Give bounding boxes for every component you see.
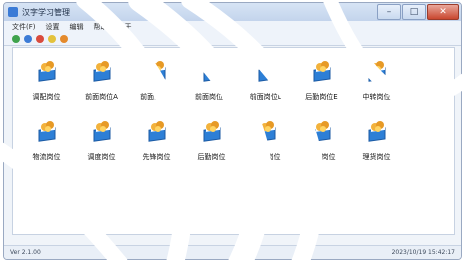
tile-label: 中转岗位	[362, 93, 391, 101]
book-icon	[253, 118, 281, 146]
minimize-button[interactable]: –	[377, 4, 401, 20]
toolbar-red-icon[interactable]	[36, 35, 44, 43]
tile-item[interactable]: 中转岗位	[349, 56, 404, 116]
window-title: 汉字学习管理	[22, 7, 70, 17]
tile-item[interactable]: 前面岗位A	[74, 56, 129, 116]
book-icon	[33, 58, 61, 86]
toolbar-green-icon[interactable]	[12, 35, 20, 43]
toolbar-blue-icon[interactable]	[24, 35, 32, 43]
tile-label: 后勤岗位E	[305, 93, 338, 101]
title-bar[interactable]: 汉字学习管理 – □ ✕	[4, 3, 461, 21]
maximize-button[interactable]: □	[402, 4, 426, 20]
icon-panel: 调配岗位 前面岗位A 前面岗位B 前面岗位C 前面岗位D 后勤岗位E 中转岗位物流岗位 调度岗…	[12, 47, 455, 235]
menu-item-edit[interactable]: 编辑	[70, 22, 84, 32]
tile-item[interactable]: 调度岗位	[74, 116, 129, 176]
book-icon	[33, 118, 61, 146]
app-window: 汉字学习管理 – □ ✕ 文件(F) 设置 编辑 帮助 关于 调配岗位 前面岗位A…	[3, 2, 462, 260]
tile-label: 前面岗位B	[140, 93, 173, 101]
status-left: Ver 2.1.00	[10, 249, 41, 256]
menu-item-settings[interactable]: 设置	[46, 22, 60, 32]
app-icon	[8, 7, 18, 17]
book-icon	[253, 58, 281, 86]
window-controls: – □ ✕	[377, 4, 459, 20]
tile-label: 调配岗位	[32, 93, 61, 101]
tile-item[interactable]: 理货岗位	[349, 116, 404, 176]
tile-item[interactable]: 前面岗位B	[129, 56, 184, 116]
tile-label: 物流岗位	[32, 153, 61, 161]
toolbar-yellow-icon[interactable]	[48, 35, 56, 43]
tile-item[interactable]: 先锋岗位	[129, 116, 184, 176]
tile-label: 特勤岗位	[252, 153, 281, 161]
tile-item[interactable]: 调配岗位	[19, 56, 74, 116]
tile-item[interactable]: 仓储岗位	[294, 116, 349, 176]
book-icon	[198, 58, 226, 86]
menu-item-about[interactable]: 关于	[118, 22, 132, 32]
status-bar: Ver 2.1.00 2023/10/19 15:42:17	[4, 245, 461, 259]
book-icon	[88, 58, 116, 86]
book-icon	[308, 118, 336, 146]
book-icon	[198, 118, 226, 146]
tile-label: 先锋岗位	[142, 153, 171, 161]
book-icon	[143, 118, 171, 146]
tile-label: 理货岗位	[362, 153, 391, 161]
tile-item[interactable]: 特勤岗位	[239, 116, 294, 176]
book-icon	[363, 118, 391, 146]
menu-bar: 文件(F) 设置 编辑 帮助 关于	[4, 21, 461, 33]
tile-label: 前面岗位D	[249, 93, 284, 101]
menu-item-help[interactable]: 帮助	[94, 22, 108, 32]
tile-item[interactable]: 后勤岗位	[184, 116, 239, 176]
tile-label: 仓储岗位	[307, 153, 336, 161]
tile-label: 后勤岗位	[197, 153, 226, 161]
tile-label: 调度岗位	[87, 153, 116, 161]
tile-item[interactable]: 前面岗位D	[239, 56, 294, 116]
book-icon	[308, 58, 336, 86]
toolbar	[4, 33, 461, 46]
menu-item-file[interactable]: 文件(F)	[12, 22, 36, 32]
tile-grid: 调配岗位 前面岗位A 前面岗位B 前面岗位C 前面岗位D 后勤岗位E 中转岗位物流岗位 调度岗…	[19, 56, 404, 176]
tile-label: 前面岗位A	[85, 93, 118, 101]
close-button[interactable]: ✕	[427, 4, 459, 20]
toolbar-orange-icon[interactable]	[60, 35, 68, 43]
status-right: 2023/10/19 15:42:17	[391, 249, 455, 256]
book-icon	[363, 58, 391, 86]
book-icon	[88, 118, 116, 146]
book-icon	[143, 58, 171, 86]
tile-item[interactable]: 物流岗位	[19, 116, 74, 176]
tile-item[interactable]: 前面岗位C	[184, 56, 239, 116]
tile-item[interactable]: 后勤岗位E	[294, 56, 349, 116]
tile-label: 前面岗位C	[195, 93, 228, 101]
